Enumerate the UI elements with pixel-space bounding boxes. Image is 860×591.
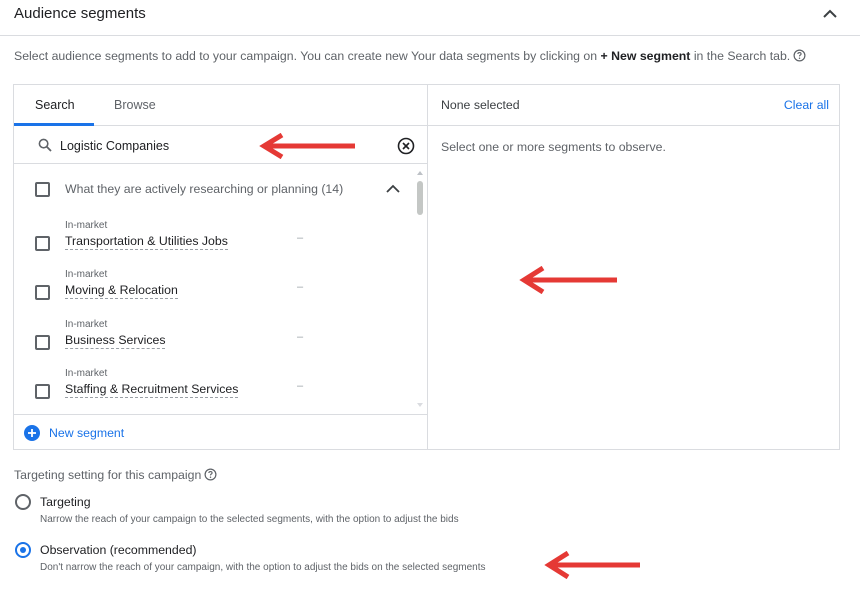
- list-item[interactable]: In-market Transportation & Utilities Job…: [14, 212, 414, 261]
- picker-tabs: Search Browse: [14, 85, 427, 126]
- clear-all-link[interactable]: Clear all: [784, 98, 829, 112]
- intro-text-part: Select audience segments to add to your …: [14, 49, 601, 63]
- observation-option-label[interactable]: Observation (recommended): [40, 543, 197, 557]
- help-icon[interactable]: [793, 49, 806, 62]
- section-title: Audience segments: [14, 5, 146, 22]
- targeting-setting-title: Targeting setting for this campaign: [14, 468, 217, 482]
- segment-picker: Search Browse What they are actively res…: [14, 85, 428, 449]
- list-item[interactable]: In-market Staffing & Recruitment Service…: [14, 360, 414, 409]
- segment-checkbox[interactable]: [35, 236, 50, 251]
- segment-name: Staffing & Recruitment Services: [65, 382, 239, 398]
- chevron-up-icon[interactable]: [820, 4, 840, 24]
- segment-size: –: [297, 331, 304, 343]
- group-checkbox[interactable]: [35, 182, 50, 197]
- scroll-down-arrow[interactable]: [417, 403, 423, 407]
- segment-group-row[interactable]: What they are actively researching or pl…: [14, 165, 414, 213]
- selection-status: None selected: [441, 98, 520, 112]
- group-label: What they are actively researching or pl…: [65, 182, 344, 196]
- observation-radio[interactable]: [15, 542, 31, 558]
- intro-text-end: in the Search tab.: [690, 49, 791, 63]
- segment-checkbox[interactable]: [35, 285, 50, 300]
- segment-results-list: What they are actively researching or pl…: [14, 165, 427, 415]
- targeting-title-text: Targeting setting for this campaign: [14, 468, 202, 482]
- scroll-up-arrow[interactable]: [417, 171, 423, 175]
- segment-type: In-market: [65, 319, 108, 330]
- targeting-radio[interactable]: [15, 494, 31, 510]
- intro-new-segment-bold: + New segment: [600, 49, 691, 63]
- segment-size: –: [297, 281, 304, 293]
- segments-panel: Search Browse What they are actively res…: [13, 84, 840, 450]
- annotation-arrow: [544, 551, 640, 579]
- segment-type: In-market: [65, 220, 108, 231]
- tab-browse[interactable]: Browse: [114, 98, 156, 112]
- segment-type: In-market: [65, 368, 108, 379]
- scroll-thumb[interactable]: [417, 181, 423, 215]
- results-scrollbar[interactable]: [415, 171, 425, 411]
- selected-header: None selected Clear all: [428, 85, 839, 126]
- search-icon: [38, 138, 52, 152]
- annotation-arrow: [259, 133, 355, 159]
- help-icon[interactable]: [204, 468, 217, 481]
- tab-search[interactable]: Search: [35, 98, 75, 112]
- section-header[interactable]: Audience segments: [0, 0, 860, 36]
- targeting-option-description: Narrow the reach of your campaign to the…: [40, 514, 459, 525]
- targeting-option-label[interactable]: Targeting: [40, 495, 91, 509]
- list-item[interactable]: In-market Business Services –: [14, 311, 414, 360]
- new-segment-button[interactable]: New segment: [14, 414, 427, 449]
- intro-text: Select audience segments to add to your …: [14, 49, 806, 63]
- segment-checkbox[interactable]: [35, 384, 50, 399]
- segment-type: In-market: [65, 269, 108, 280]
- segment-size: –: [297, 380, 304, 392]
- selected-segments-panel: None selected Clear all Select one or mo…: [428, 85, 839, 449]
- segment-checkbox[interactable]: [35, 335, 50, 350]
- clear-search-icon[interactable]: [397, 137, 415, 155]
- empty-selection-message: Select one or more segments to observe.: [441, 140, 666, 154]
- segment-name: Transportation & Utilities Jobs: [65, 234, 228, 250]
- search-bar: [14, 126, 427, 164]
- observation-option-description: Don't narrow the reach of your campaign,…: [40, 562, 486, 573]
- list-item[interactable]: In-market Moving & Relocation –: [14, 261, 414, 310]
- segment-name: Moving & Relocation: [65, 283, 178, 299]
- segment-size: –: [297, 232, 304, 244]
- chevron-up-icon[interactable]: [385, 183, 401, 195]
- add-circle-icon: [24, 425, 40, 441]
- new-segment-label: New segment: [49, 426, 125, 440]
- segment-name: Business Services: [65, 333, 166, 349]
- annotation-arrow: [519, 266, 617, 294]
